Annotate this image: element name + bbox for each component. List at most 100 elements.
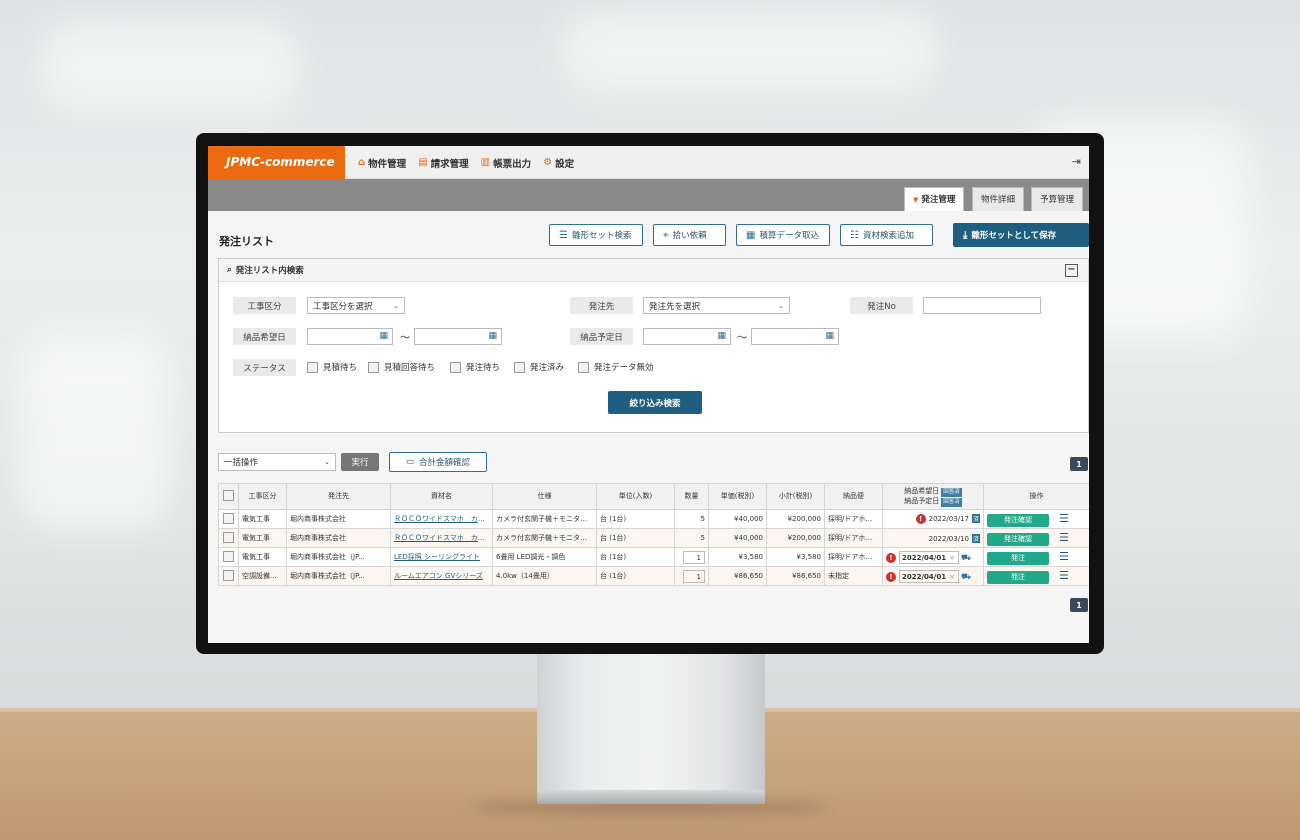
pickup-request-button[interactable]: ⌖ 拾い依頼 [653, 224, 726, 246]
checkbox[interactable] [223, 531, 234, 543]
desired-delivery-from[interactable]: ▦ [307, 328, 393, 345]
monitor: JPMC-commerce ⌂ 物件管理 ▤ 請求管理 ▥ 帳票出力 ⚙ 設定 ⇥ ▼ … [196, 133, 1104, 654]
nav-item-settings[interactable]: ⚙ 設定 [543, 156, 574, 170]
checkbox[interactable] [223, 512, 234, 524]
row-menu-icon[interactable]: ☰ [1059, 569, 1069, 582]
estimate-import-button[interactable]: ▦ 積算データ取込 [736, 224, 830, 246]
header-subtotal[interactable]: 小計(税別) [766, 483, 825, 510]
status-checkbox-order-waiting[interactable]: 発注待ち [450, 361, 500, 373]
delivery-date-input[interactable]: 2022/04/01 × [899, 569, 959, 583]
material-search-add-button[interactable]: ☷ 資材検索追加 [840, 224, 933, 246]
checkbox[interactable] [450, 361, 461, 373]
calendar-icon[interactable]: ▦ [825, 331, 834, 341]
order-no-input[interactable] [923, 297, 1041, 314]
desired-delivery-to[interactable]: ▦ [414, 328, 502, 345]
checkbox[interactable] [307, 361, 318, 373]
total-amount-button[interactable]: ▭ 合計金額確認 [389, 452, 487, 472]
truck-icon[interactable]: ⛟ [961, 553, 971, 562]
warning-icon: ! [886, 552, 896, 563]
app-logo[interactable]: JPMC-commerce [208, 146, 345, 179]
status-checkbox-order-invalid[interactable]: 発注データ無効 [578, 361, 654, 373]
cell-unit: 台 (1台) [596, 566, 675, 586]
status-checkbox-ordered[interactable]: 発注済み [514, 361, 564, 373]
logout-icon[interactable]: ⇥ [1072, 155, 1081, 168]
header-delivery-method[interactable]: 納品便 [824, 483, 883, 510]
filter-search-button[interactable]: 絞り込み検索 [608, 391, 702, 414]
checkbox-label: 発注待ち [466, 363, 501, 373]
row-checkbox-cell[interactable] [218, 528, 239, 548]
cell-material-link[interactable]: LED採照 シーリングライト [390, 547, 493, 567]
checkbox[interactable] [223, 550, 234, 562]
background-light [20, 330, 170, 530]
cell-delivery-date: ! 2022/04/01 × ⛟ [882, 547, 984, 567]
row-menu-icon[interactable]: ☰ [1059, 531, 1069, 544]
pagination-top[interactable]: 1 [1070, 457, 1088, 471]
order-button[interactable]: 発注 [987, 570, 1049, 584]
checkbox[interactable] [578, 361, 589, 373]
order-confirm-button[interactable]: 発注確認 [987, 532, 1049, 546]
run-button[interactable]: 実行 [341, 453, 379, 471]
scheduled-delivery-from[interactable]: ▦ [643, 328, 731, 345]
checkbox[interactable] [368, 361, 379, 373]
calendar-icon[interactable]: ▦ [488, 331, 497, 341]
cell-material-link[interactable]: ＲＯＣＯワイドスマホ カメラ... [390, 528, 493, 548]
supplier-select[interactable]: 発注先を選択 ⌄ [643, 297, 790, 314]
order-button[interactable]: 発注 [987, 551, 1049, 565]
cell-material-link[interactable]: ＲＯＣＯワイドスマホ カメラ... [390, 509, 493, 529]
calendar-icon[interactable]: ▦ [379, 331, 388, 341]
top-bar: JPMC-commerce ⌂ 物件管理 ▤ 請求管理 ▥ 帳票出力 ⚙ 設定 ⇥ [208, 146, 1089, 179]
template-search-button[interactable]: ☰ 雛形セット検索 [549, 224, 643, 246]
header-qty[interactable]: 数量 [674, 483, 709, 510]
order-confirm-button[interactable]: 発注確認 [987, 513, 1049, 527]
status-checkbox-quote-reply-waiting[interactable]: 見積回答待ち [368, 361, 435, 373]
construction-type-select[interactable]: 工事区分を選択 ⌄ [307, 297, 405, 314]
button-label: 合計金額確認 [419, 458, 471, 468]
tab-label: 発注管理 [921, 195, 956, 205]
cell-material-link[interactable]: ルームエアコン GVシリーズ [390, 566, 493, 586]
delivery-date: 2022/03/17 [928, 515, 969, 523]
cell-delivery-method: 未指定 [824, 566, 883, 586]
status-checkbox-quote-waiting[interactable]: 見積待ち [307, 361, 357, 373]
button-label: 雛形セットとして保存 [971, 231, 1057, 241]
clear-icon[interactable]: × [949, 571, 955, 583]
header-construction-type[interactable]: 工事区分 [238, 483, 287, 510]
cell-spec: カメラ付玄関子機＋モニター... [492, 528, 597, 548]
checkbox[interactable] [514, 361, 525, 373]
header-unit-price[interactable]: 単価(税別) [708, 483, 767, 510]
checkbox[interactable] [223, 489, 234, 501]
header-select-all[interactable] [218, 483, 239, 510]
row-checkbox-cell[interactable] [218, 566, 239, 586]
answered-tag: 回答済 [941, 497, 962, 507]
row-menu-icon[interactable]: ☰ [1059, 512, 1069, 525]
button-label: 拾い依頼 [672, 231, 707, 241]
qty-input[interactable]: 1 [683, 569, 705, 583]
header-delivery-dates[interactable]: 納品希望日 回答済 納品予定日 回答済 [882, 483, 984, 510]
delivery-date-input[interactable]: 2022/04/01 × [899, 550, 959, 564]
nav-item-property[interactable]: ⌂ 物件管理 [358, 156, 406, 170]
scheduled-delivery-to[interactable]: ▦ [751, 328, 839, 345]
truck-icon[interactable]: ⛟ [961, 572, 971, 581]
bulk-action-select[interactable]: 一括操作 ⌄ [218, 453, 336, 471]
qty-input[interactable]: 1 [683, 550, 705, 564]
pagination-bottom[interactable]: 1 [1070, 598, 1088, 612]
save-as-template-button[interactable]: ⤓ 雛形セットとして保存 [953, 223, 1089, 247]
nav-item-billing[interactable]: ▤ 請求管理 [418, 156, 468, 170]
header-supplier[interactable]: 発注先 [286, 483, 391, 510]
row-menu-icon[interactable]: ☰ [1059, 550, 1069, 563]
clear-icon[interactable]: × [949, 552, 955, 564]
row-checkbox-cell[interactable] [218, 547, 239, 567]
monitor-stand-foot [537, 790, 765, 804]
checkbox[interactable] [223, 569, 234, 581]
header-desired-date: 納品希望日 [904, 486, 940, 495]
collapse-button[interactable]: − [1065, 264, 1078, 277]
tab-property-detail[interactable]: 物件詳細 [972, 187, 1025, 211]
header-spec[interactable]: 仕様 [492, 483, 597, 510]
nav-item-reports[interactable]: ▥ 帳票出力 [481, 156, 531, 170]
calendar-icon[interactable]: ▦ [717, 331, 726, 341]
tab-budget-management[interactable]: 予算管理 [1031, 187, 1084, 211]
tab-order-management[interactable]: ▼ 発注管理 [904, 187, 965, 211]
header-material[interactable]: 資材名 [390, 483, 493, 510]
caret-down-icon: ▼ [913, 196, 919, 204]
header-unit[interactable]: 単位(入数) [596, 483, 675, 510]
row-checkbox-cell[interactable] [218, 509, 239, 529]
